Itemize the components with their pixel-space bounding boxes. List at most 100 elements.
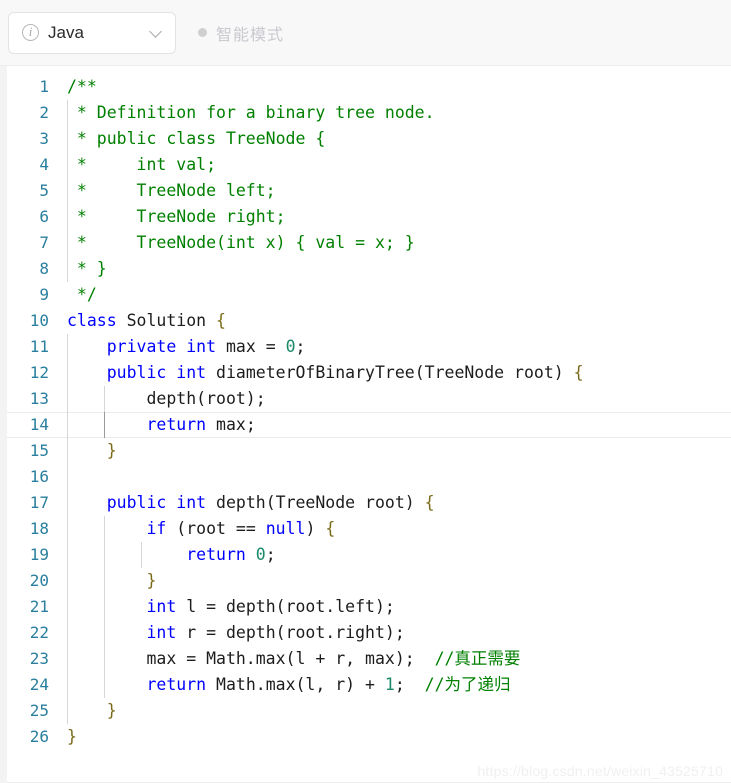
- code-line[interactable]: 13 depth(root);: [7, 386, 731, 412]
- code-token: ): [305, 519, 326, 538]
- editor-toolbar: i Java 智能模式: [0, 0, 731, 66]
- line-content[interactable]: * TreeNode(int x) { val = x; }: [61, 230, 731, 256]
- code-text: * TreeNode left;: [67, 178, 276, 204]
- line-content[interactable]: * int val;: [61, 152, 731, 178]
- line-number: 26: [29, 727, 49, 746]
- line-number: 22: [29, 623, 49, 642]
- code-line[interactable]: 11 private int max = 0;: [7, 334, 731, 360]
- line-content[interactable]: */: [61, 282, 731, 308]
- code-token: {: [216, 311, 226, 330]
- code-text: * public class TreeNode {: [67, 126, 325, 152]
- code-line[interactable]: 19 return 0;: [7, 542, 731, 568]
- code-token: ;: [295, 337, 306, 356]
- code-line[interactable]: 3 * public class TreeNode {: [7, 126, 731, 152]
- line-content[interactable]: public int diameterOfBinaryTree(TreeNode…: [61, 360, 731, 386]
- code-token: 0: [285, 337, 296, 356]
- code-text: * int val;: [67, 152, 216, 178]
- code-token: public int: [106, 363, 207, 382]
- code-token: return: [146, 415, 207, 434]
- code-line[interactable]: 15 }: [7, 438, 731, 464]
- code-line[interactable]: 20 }: [7, 568, 731, 594]
- code-token: (root ==: [166, 519, 266, 538]
- code-line[interactable]: 10 class Solution {: [7, 308, 731, 334]
- language-selector-value: Java: [48, 22, 84, 42]
- smart-mode-indicator[interactable]: 智能模式: [198, 21, 284, 45]
- code-text: /**: [67, 74, 97, 100]
- chevron-down-icon[interactable]: [150, 26, 163, 39]
- code-token: max =: [216, 337, 286, 356]
- code-line[interactable]: 21 int l = depth(root.left);: [7, 594, 731, 620]
- line-number: 8: [39, 259, 49, 278]
- code-line[interactable]: 1 /**: [7, 74, 731, 100]
- code-line[interactable]: 24 return Math.max(l, r) + 1; //为了递归: [7, 672, 731, 698]
- line-content[interactable]: return 0;: [61, 542, 731, 568]
- line-number: 25: [29, 701, 49, 720]
- code-line[interactable]: 26}: [7, 724, 731, 750]
- line-content[interactable]: }: [61, 724, 731, 750]
- line-number: 1: [39, 77, 49, 96]
- line-content[interactable]: }: [61, 698, 731, 724]
- line-content[interactable]: /**: [61, 74, 731, 100]
- code-line[interactable]: 23 max = Math.max(l + r, max); //真正需要: [7, 646, 731, 672]
- line-content[interactable]: * TreeNode left;: [61, 178, 731, 204]
- line-number: 12: [29, 363, 49, 382]
- code-token: }: [106, 701, 117, 720]
- code-text: public int diameterOfBinaryTree(TreeNode…: [67, 360, 584, 386]
- code-lines-container[interactable]: 1 /** 2 * Definition for a binary tree nod…: [7, 66, 731, 783]
- line-content[interactable]: public int depth(TreeNode root) {: [61, 490, 731, 516]
- code-line[interactable]: 6 * TreeNode right;: [7, 204, 731, 230]
- info-circle-icon: i: [22, 24, 39, 41]
- line-content[interactable]: return max;: [61, 412, 731, 438]
- code-editor[interactable]: 1 /** 2 * Definition for a binary tree nod…: [0, 66, 731, 783]
- line-content[interactable]: }: [61, 438, 731, 464]
- line-content[interactable]: return Math.max(l, r) + 1; //为了递归: [61, 672, 731, 698]
- line-number: 9: [39, 285, 49, 304]
- code-token: {: [325, 519, 336, 538]
- code-line[interactable]: 4 * int val;: [7, 152, 731, 178]
- code-token: //为了递归: [424, 675, 511, 694]
- code-token: * TreeNode left;: [67, 181, 276, 200]
- line-content[interactable]: int r = depth(root.right);: [61, 620, 731, 646]
- line-content[interactable]: max = Math.max(l + r, max); //真正需要: [61, 646, 731, 672]
- line-content[interactable]: * Definition for a binary tree node.: [61, 100, 731, 126]
- line-content[interactable]: int l = depth(root.left);: [61, 594, 731, 620]
- line-content[interactable]: class Solution {: [61, 308, 731, 334]
- line-number: 10: [29, 311, 49, 330]
- code-token: 0: [255, 545, 266, 564]
- code-line[interactable]: 25 }: [7, 698, 731, 724]
- code-line[interactable]: 22 int r = depth(root.right);: [7, 620, 731, 646]
- code-line[interactable]: 18 if (root == null) {: [7, 516, 731, 542]
- code-line[interactable]: 5 * TreeNode left;: [7, 178, 731, 204]
- code-line[interactable]: 7 * TreeNode(int x) { val = x; }: [7, 230, 731, 256]
- line-content[interactable]: }: [61, 568, 731, 594]
- code-line[interactable]: 12 public int diameterOfBinaryTree(TreeN…: [7, 360, 731, 386]
- code-line[interactable]: 8 * }: [7, 256, 731, 282]
- line-content[interactable]: * TreeNode right;: [61, 204, 731, 230]
- code-line[interactable]: 17 public int depth(TreeNode root) {: [7, 490, 731, 516]
- code-line[interactable]: 9 */: [7, 282, 731, 308]
- language-selector-dropdown[interactable]: i Java: [8, 11, 176, 54]
- code-text: */: [67, 282, 97, 308]
- code-token: Solution: [116, 311, 217, 330]
- code-text: }: [67, 438, 117, 464]
- line-number: 17: [29, 493, 49, 512]
- line-content[interactable]: if (root == null) {: [61, 516, 731, 542]
- line-content[interactable]: * }: [61, 256, 731, 282]
- code-token: int: [146, 597, 177, 616]
- line-content[interactable]: [61, 464, 731, 490]
- code-token: max = Math.max(l + r, max);: [67, 649, 435, 668]
- line-content[interactable]: private int max = 0;: [61, 334, 731, 360]
- line-number: 6: [39, 207, 49, 226]
- code-text: * TreeNode(int x) { val = x; }: [67, 230, 415, 256]
- line-number: 18: [29, 519, 49, 538]
- code-line[interactable]: 16: [7, 464, 731, 490]
- line-number: 20: [29, 571, 49, 590]
- line-content[interactable]: * public class TreeNode {: [61, 126, 731, 152]
- code-line[interactable]: 14 return max;: [7, 412, 731, 438]
- line-number: 3: [39, 129, 49, 148]
- line-number: 14: [29, 415, 49, 434]
- code-line[interactable]: 2 * Definition for a binary tree node.: [7, 100, 731, 126]
- line-content[interactable]: depth(root);: [61, 386, 731, 412]
